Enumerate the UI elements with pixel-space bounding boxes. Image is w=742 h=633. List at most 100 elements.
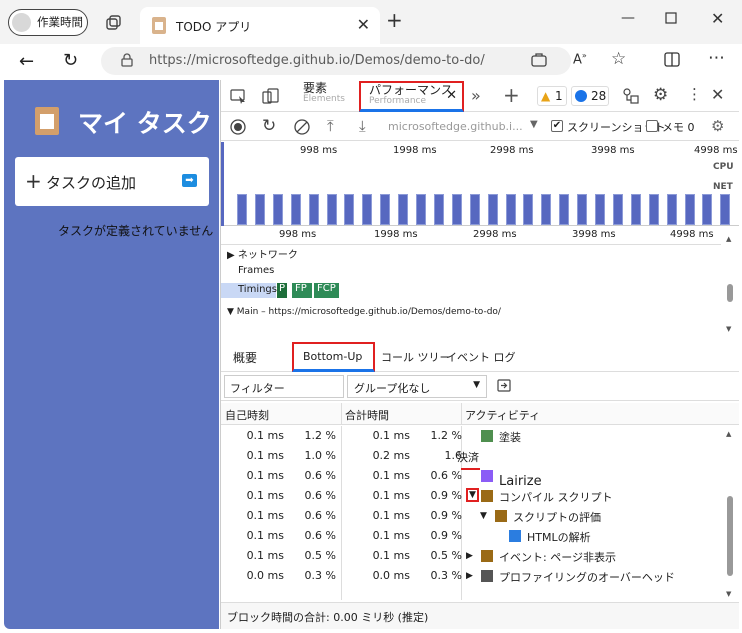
record-icon[interactable] (230, 119, 246, 135)
frame-thumbnail[interactable] (666, 194, 677, 225)
frame-thumbnail[interactable] (505, 194, 516, 225)
read-aloud-icon[interactable]: A» (573, 51, 587, 67)
table-row[interactable]: 0.1 ms 0.6 % 0.1 ms 0.9 % HTMLの解析 (221, 526, 739, 546)
tab-elements[interactable]: 要素 Elements (303, 82, 345, 105)
track-network[interactable]: ▶ ネットワーク (227, 246, 298, 261)
minimize-icon[interactable]: — (621, 10, 635, 26)
frame-thumbnail[interactable] (684, 194, 695, 225)
split-screen-icon[interactable] (664, 52, 680, 67)
frame-thumbnail[interactable] (595, 194, 605, 225)
close-tab-icon[interactable]: ✕ (357, 15, 370, 34)
address-bar[interactable]: https://microsoftedge.github.io/Demos/de… (101, 47, 571, 75)
more-tabs-icon[interactable]: » (471, 86, 481, 105)
workspaces-icon[interactable] (104, 14, 122, 32)
warnings-badge[interactable]: ▲ 1 (537, 86, 567, 106)
timing-marker-fp[interactable]: FP (292, 283, 312, 298)
expand-arrow-icon[interactable]: ▶ (466, 571, 473, 581)
expand-arrow-icon[interactable]: ▶ (466, 551, 473, 561)
selection-handle-left[interactable] (221, 142, 224, 226)
frame-thumbnail[interactable] (630, 194, 641, 225)
upload-icon[interactable]: ⤒ (327, 117, 334, 135)
frame-thumbnail[interactable] (290, 194, 301, 225)
table-row[interactable]: 0.1 ms 1.2 % 0.1 ms 1.2 % 塗装 (221, 426, 739, 446)
tab-summary[interactable]: 概要 (233, 349, 257, 366)
track-frames[interactable]: Frames (238, 265, 274, 276)
settings-gear-icon[interactable]: ⚙ (653, 85, 668, 105)
messages-badge[interactable]: 28 (571, 86, 609, 106)
group-by-select[interactable]: グループ化なし ▼ (347, 375, 487, 398)
timing-marker-p[interactable]: P (277, 283, 288, 298)
timing-marker-fcp[interactable]: FCP (314, 283, 339, 298)
memory-checkbox[interactable] (646, 120, 658, 132)
track-main[interactable]: ▼ Main – https://microsoftedge.github.io… (227, 307, 501, 317)
tab-call-tree[interactable]: コール ツリー (381, 349, 451, 365)
frame-thumbnail[interactable] (451, 194, 462, 225)
collapse-arrow-icon[interactable]: ▼ (466, 488, 479, 502)
sidebar-toggle-icon[interactable] (497, 379, 511, 392)
frame-thumbnail[interactable] (487, 194, 498, 225)
collapse-arrow-icon[interactable]: ▼ (480, 511, 487, 521)
customize-menu-icon[interactable]: ⋮ (687, 85, 702, 103)
tab-performance[interactable]: パフォーマンス Performance ✕ (359, 81, 464, 112)
frame-thumbnail[interactable] (702, 194, 713, 225)
frame-thumbnail[interactable] (720, 194, 731, 225)
frame-thumbnail[interactable] (326, 194, 337, 225)
frame-thumbnail[interactable] (559, 194, 570, 225)
frame-thumbnail[interactable] (254, 194, 265, 225)
maximize-icon[interactable] (665, 12, 677, 24)
scrollbar-thumb[interactable] (727, 284, 733, 302)
frame-thumbnail[interactable] (648, 194, 659, 225)
frame-thumbnail[interactable] (272, 194, 283, 225)
inspect-icon[interactable] (230, 89, 247, 104)
frame-thumbnail[interactable] (398, 194, 409, 225)
frame-thumbnail[interactable] (469, 194, 480, 225)
browser-tab[interactable]: TODO アプリ ✕ (140, 7, 380, 44)
profile-button[interactable]: 作業時間 (8, 9, 88, 36)
back-icon[interactable]: ← (19, 51, 34, 72)
refresh-icon[interactable]: ↻ (63, 50, 78, 71)
download-icon[interactable]: ⤓ (359, 117, 366, 135)
app-available-icon[interactable] (531, 53, 547, 67)
tracks-scrollbar[interactable]: ▲ ▼ (726, 235, 734, 335)
reload-profile-icon[interactable]: ↻ (262, 116, 276, 136)
close-window-icon[interactable]: ✕ (711, 9, 724, 28)
frame-thumbnail[interactable] (416, 194, 426, 225)
frame-thumbnail[interactable] (237, 194, 247, 225)
capture-settings-gear-icon[interactable]: ⚙ (711, 117, 724, 135)
table-row[interactable]: 0.1 ms 0.5 % 0.1 ms 0.5 % ▶ イベント: ページ非表示 (221, 546, 739, 566)
table-row[interactable]: 0.1 ms 1.0 % 0.2 ms 1.6 決済 (221, 446, 739, 466)
col-self-time[interactable]: 自己時刻 (225, 407, 269, 423)
col-total-time[interactable]: 合計時間 (345, 407, 389, 423)
frame-thumbnail[interactable] (523, 194, 534, 225)
frame-thumbnail[interactable] (362, 194, 373, 225)
favorite-star-icon[interactable]: ☆ (611, 49, 626, 69)
frame-thumbnail[interactable] (433, 194, 444, 225)
table-row[interactable]: 0.1 ms 0.6 % 0.1 ms 0.6 % Lairize (221, 466, 739, 489)
close-tab-icon[interactable]: ✕ (446, 88, 457, 103)
frame-thumbnail[interactable] (577, 194, 588, 225)
frame-thumbnail[interactable] (344, 194, 355, 225)
frame-thumbnail[interactable] (541, 194, 552, 225)
table-row[interactable]: 0.1 ms 0.6 % 0.1 ms 0.9 % ▼ スクリプトの評価 (221, 506, 739, 526)
table-row[interactable]: 0.0 ms 0.3 % 0.0 ms 0.3 % ▶ プロファイリングのオーバーヘッド (221, 566, 739, 586)
frame-thumbnail[interactable] (380, 194, 391, 225)
new-tab-icon[interactable]: + (386, 8, 403, 32)
track-timings[interactable]: Timings (238, 284, 277, 295)
more-icon[interactable]: ⋯ (708, 48, 725, 68)
table-row[interactable]: 0.1 ms 0.6 % 0.1 ms 0.9 % ▼ コンパイル スクリプト (221, 486, 739, 506)
recording-select[interactable]: microsoftedge.github.i... (388, 120, 523, 133)
frame-thumbnail[interactable] (612, 194, 623, 225)
screenshot-checkbox[interactable]: ✔ (551, 120, 563, 132)
frame-thumbnail[interactable] (308, 194, 319, 225)
timeline-overview[interactable]: 998 ms 1998 ms 2998 ms 3998 ms 4998 ms C… (221, 142, 739, 226)
add-task-button[interactable]: + タスクの追加 ➡ (15, 157, 209, 206)
clear-icon[interactable] (294, 119, 310, 135)
col-activity[interactable]: アクティビティ (465, 407, 540, 423)
network-conditions-icon[interactable] (623, 88, 639, 104)
tab-event-log[interactable]: イベント ログ (446, 349, 516, 365)
add-tool-icon[interactable]: + (503, 83, 520, 107)
close-devtools-icon[interactable]: ✕ (711, 85, 724, 104)
device-toolbar-icon[interactable] (262, 88, 279, 104)
filter-input[interactable]: フィルター (224, 375, 344, 398)
tab-bottom-up[interactable]: Bottom-Up (292, 342, 375, 372)
